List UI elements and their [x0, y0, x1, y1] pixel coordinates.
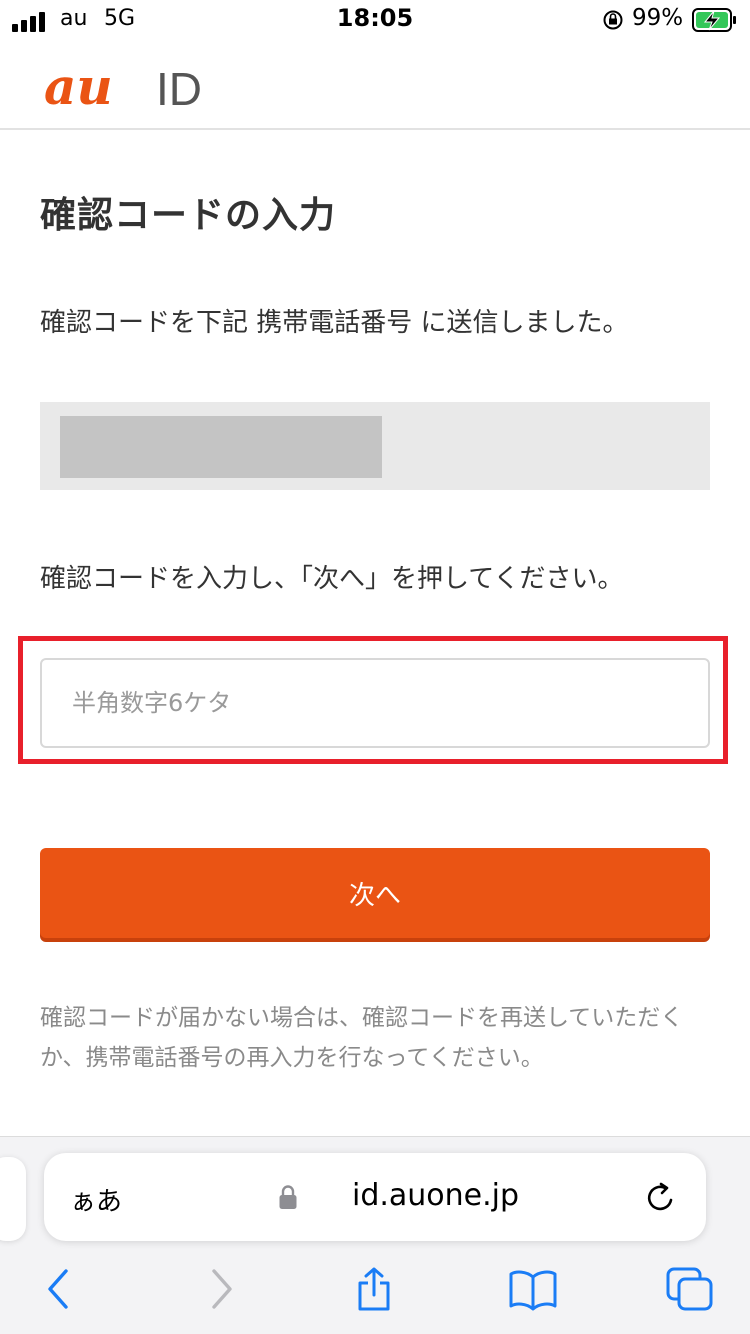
svg-text:ID: ID — [156, 63, 202, 112]
padlock-icon — [279, 1185, 297, 1209]
sent-message: 確認コードを下記 携帯電話番号 に送信しました。 — [40, 308, 629, 338]
share-icon[interactable] — [354, 1267, 394, 1311]
page-settings-button[interactable]: ぁあ — [70, 1181, 122, 1218]
site-header: au ID — [0, 42, 750, 130]
orientation-lock-icon — [603, 10, 623, 30]
phone-number-display — [40, 402, 710, 490]
phone-number-redaction — [60, 416, 382, 478]
battery-percent: 99% — [632, 5, 684, 31]
svg-text:au: au — [44, 62, 113, 112]
forward-icon[interactable] — [202, 1267, 242, 1311]
au-id-logo[interactable]: au ID — [44, 62, 224, 112]
url-text[interactable]: id.auone.jp — [352, 1178, 519, 1213]
help-text: 確認コードが届かない場合は、確認コードを再送していただくか、携帯電話番号の再入力… — [40, 1005, 684, 1071]
next-button[interactable]: 次へ — [40, 848, 710, 938]
verification-code-input[interactable] — [40, 658, 710, 748]
bookmarks-icon[interactable] — [508, 1267, 558, 1311]
status-bar: au 5G 18:05 99% — [0, 0, 750, 42]
previous-tab-preview[interactable] — [0, 1157, 26, 1241]
reload-icon[interactable] — [644, 1181, 678, 1215]
back-icon[interactable] — [40, 1267, 80, 1311]
tabs-icon[interactable] — [666, 1267, 714, 1311]
instruction-text: 確認コードを入力し、「次へ」を押してください。 — [40, 564, 624, 594]
browser-toolbar: ぁあ id.auone.jp — [0, 1136, 750, 1334]
battery-charging-icon — [692, 8, 736, 32]
url-bar[interactable]: ぁあ id.auone.jp — [44, 1153, 706, 1241]
page-title: 確認コードの入力 — [40, 195, 337, 236]
